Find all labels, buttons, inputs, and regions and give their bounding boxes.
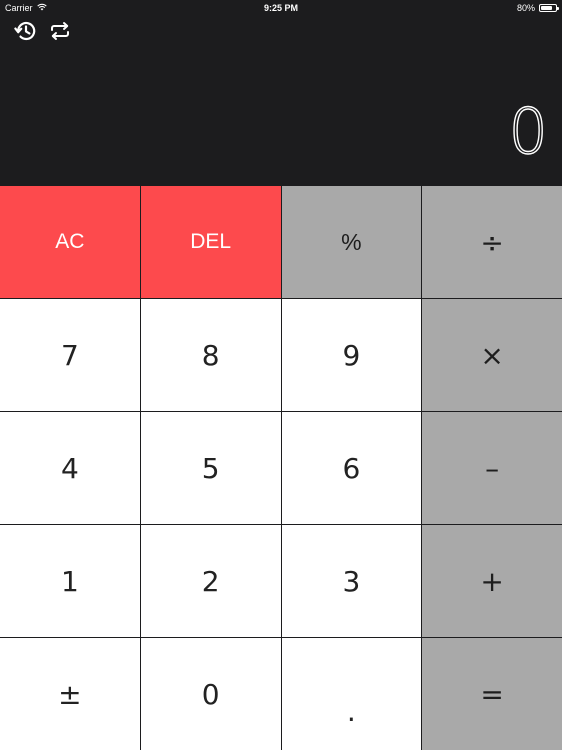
- delete-button[interactable]: DEL: [140, 186, 281, 298]
- digit-2-button[interactable]: 2: [140, 525, 281, 637]
- multiply-button[interactable]: ×: [422, 299, 562, 411]
- status-bar: Carrier 9:25 PM 80%: [0, 0, 562, 16]
- decimal-button[interactable]: .: [281, 638, 422, 750]
- battery-fill: [541, 6, 553, 10]
- toolbar: [14, 19, 72, 43]
- status-time: 9:25 PM: [263, 3, 298, 13]
- percent-button[interactable]: %: [281, 186, 422, 298]
- digit-8-button[interactable]: 8: [140, 299, 281, 411]
- digit-5-button[interactable]: 5: [140, 412, 281, 524]
- battery-group: 80%: [516, 3, 559, 13]
- all-clear-button[interactable]: AC: [0, 186, 140, 298]
- battery-percent: 80%: [516, 3, 535, 13]
- digit-1-button[interactable]: 1: [0, 525, 140, 637]
- digit-3-button[interactable]: 3: [281, 525, 422, 637]
- plus-minus-button[interactable]: ±: [0, 638, 140, 750]
- repeat-icon[interactable]: [48, 19, 72, 43]
- digit-0-button[interactable]: 0: [140, 638, 281, 750]
- result-value: 0: [508, 94, 549, 168]
- battery-icon: [539, 4, 559, 12]
- digit-7-button[interactable]: 7: [0, 299, 140, 411]
- digit-9-button[interactable]: 9: [281, 299, 422, 411]
- keypad: AC DEL% ÷ 7 8 9 × 4 5 6– 1 2 3 + ±0. =: [0, 185, 562, 750]
- divide-button[interactable]: ÷: [422, 186, 562, 298]
- result-display: 0: [508, 92, 549, 172]
- add-button[interactable]: +: [422, 525, 562, 637]
- digit-4-button[interactable]: 4: [0, 412, 140, 524]
- digit-6-button[interactable]: 6: [281, 412, 422, 524]
- history-icon[interactable]: [14, 19, 38, 43]
- equals-button[interactable]: =: [422, 638, 562, 750]
- subtract-button[interactable]: –: [422, 412, 562, 524]
